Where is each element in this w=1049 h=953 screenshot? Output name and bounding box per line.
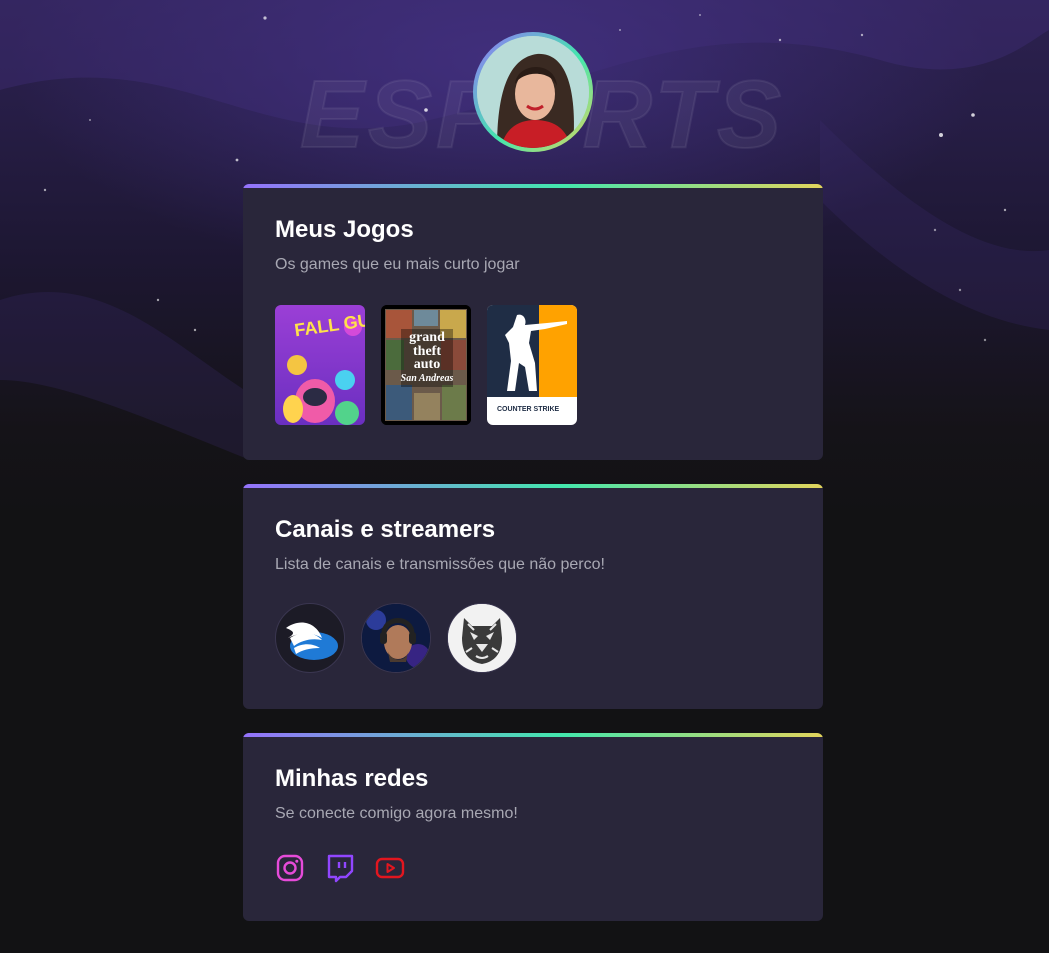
game-counter-strike[interactable]: COUNTER STRIKE <box>487 305 577 425</box>
cs-logo-text: COUNTER STRIKE <box>497 406 560 413</box>
gta-logo-line-1: grand <box>409 330 445 345</box>
channels-title: Canais e streamers <box>275 516 496 543</box>
games-title: Meus Jogos <box>275 216 414 243</box>
channel-winged-logo[interactable] <box>275 603 345 673</box>
game-fall-guys[interactable]: FALL GUYS <box>275 305 365 425</box>
channels-card: Canais e streamers Lista de canais e tra… <box>243 484 823 709</box>
avatar-photo <box>477 36 589 148</box>
tiger-head-icon <box>448 604 516 672</box>
gta-logo-line-3: auto <box>414 357 440 372</box>
profile-avatar <box>473 32 593 152</box>
games-subtitle: Os games que eu mais curto jogar <box>275 256 520 273</box>
youtube-link[interactable] <box>375 853 405 883</box>
twitch-link[interactable] <box>325 853 355 883</box>
channel-tiger-logo[interactable] <box>447 603 517 673</box>
socials-list <box>275 853 791 883</box>
winged-shoe-icon <box>286 622 338 660</box>
game-gta-san-andreas[interactable]: grand theft auto San Andreas <box>381 305 471 425</box>
games-card: Meus Jogos Os games que eu mais curto jo… <box>243 184 823 460</box>
instagram-icon <box>276 854 304 882</box>
channels-subtitle: Lista de canais e transmissões que não p… <box>275 556 605 573</box>
socials-title: Minhas redes <box>275 765 429 792</box>
twitch-icon <box>327 854 354 883</box>
channels-list <box>275 603 791 673</box>
youtube-icon <box>375 857 405 879</box>
streamer-photo <box>362 604 430 672</box>
gta-logo-line-4: San Andreas <box>401 373 454 384</box>
instagram-link[interactable] <box>275 853 305 883</box>
socials-card: Minhas redes Se conecte comigo agora mes… <box>243 733 823 921</box>
games-list: FALL GUYS grand theft auto San Andreas C… <box>275 305 791 425</box>
socials-subtitle: Se conecte comigo agora mesmo! <box>275 805 518 822</box>
channel-streamer-headset[interactable] <box>361 603 431 673</box>
